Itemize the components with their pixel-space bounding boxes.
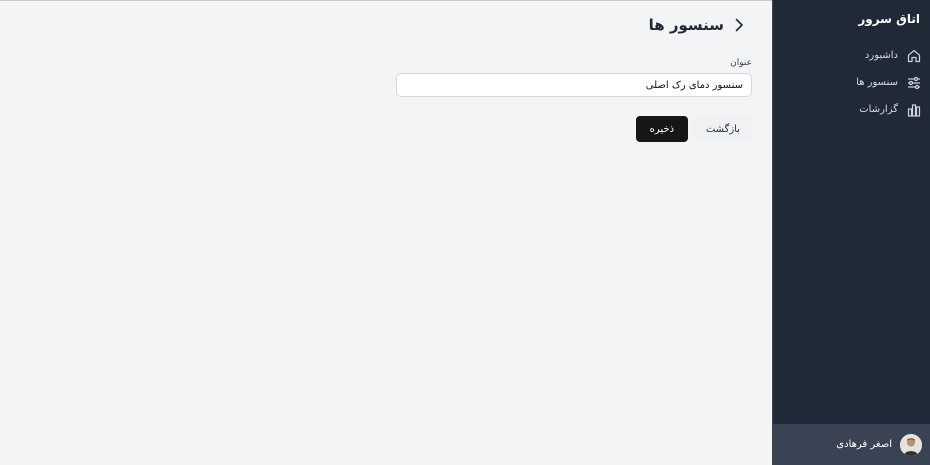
sidebar-item-label: گزارشات bbox=[859, 104, 898, 115]
save-button[interactable]: ذخیره bbox=[635, 116, 688, 142]
sidebar-item-reports[interactable]: گزارشات bbox=[781, 96, 922, 123]
chevron-right-icon[interactable] bbox=[730, 16, 748, 34]
user-name: اصغر فرهادی bbox=[836, 439, 892, 450]
sidebar-item-dashboard[interactable]: داشبورد bbox=[781, 42, 922, 69]
top-divider bbox=[0, 0, 772, 1]
sidebar: اتاق سرور داشبورد سنسور ها گزارشات اصغر … bbox=[772, 0, 930, 465]
form-actions: بازگشت ذخیره bbox=[635, 116, 752, 142]
home-icon bbox=[906, 48, 922, 64]
avatar bbox=[900, 433, 922, 456]
back-button[interactable]: بازگشت bbox=[693, 116, 752, 142]
user-profile[interactable]: اصغر فرهادی bbox=[773, 424, 930, 465]
sliders-icon bbox=[906, 75, 922, 91]
title-input[interactable] bbox=[396, 73, 752, 97]
sidebar-nav: داشبورد سنسور ها گزارشات bbox=[781, 42, 922, 123]
sidebar-item-sensors[interactable]: سنسور ها bbox=[781, 69, 922, 96]
brand-title: اتاق سرور bbox=[858, 12, 920, 26]
title-label: عنوان bbox=[730, 58, 752, 68]
sidebar-item-label: سنسور ها bbox=[856, 77, 898, 88]
app-root: اتاق سرور داشبورد سنسور ها گزارشات اصغر … bbox=[0, 0, 930, 465]
main-content: سنسور ها عنوان بازگشت ذخیره bbox=[0, 0, 772, 465]
page-header: سنسور ها bbox=[649, 16, 748, 34]
sidebar-item-label: داشبورد bbox=[864, 50, 898, 61]
bar-chart-icon bbox=[906, 102, 922, 118]
page-title: سنسور ها bbox=[648, 16, 724, 34]
